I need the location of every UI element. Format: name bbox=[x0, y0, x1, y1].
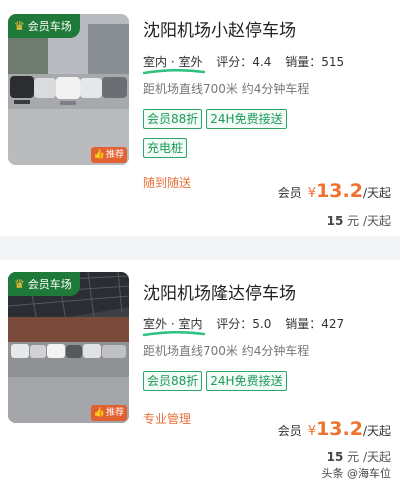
original-price-unit: 元 /天起 bbox=[347, 450, 391, 464]
price-unit: /天起 bbox=[362, 186, 391, 200]
underline-swoosh-icon bbox=[143, 69, 205, 75]
member-price: 会员 ¥13.2/天起 bbox=[278, 418, 391, 440]
location-type: 室外 · 室内 bbox=[143, 315, 205, 337]
service-note: 随到随送 bbox=[143, 176, 192, 190]
original-price-value: 15 bbox=[326, 450, 344, 464]
rating-value: 5.0 bbox=[252, 317, 272, 331]
member-parking-badge: ♛ 会员车场 bbox=[8, 272, 80, 296]
tag-member-discount: 会员88折 bbox=[143, 371, 203, 391]
member-price-label: 会员 bbox=[277, 186, 302, 200]
location-type-label: 室外 · 室内 bbox=[143, 317, 203, 331]
original-price-value: 15 bbox=[326, 214, 344, 228]
original-price-unit: 元 /天起 bbox=[347, 214, 391, 228]
parking-listing-card[interactable]: ♛ 会员车场 👍推荐 沈阳机场小赵停车场 室内 · 室外 评分：4.4 销量：51… bbox=[0, 0, 400, 236]
original-price: 15 元 /天起 bbox=[327, 212, 391, 229]
recommend-badge: 👍推荐 bbox=[90, 405, 127, 421]
underline-swoosh-icon bbox=[143, 331, 205, 337]
currency-symbol: ¥ bbox=[307, 424, 317, 439]
price-value: 13.2 bbox=[316, 180, 363, 202]
member-price-label: 会员 bbox=[277, 424, 302, 438]
tag-free-shuttle: 24H免费接送 bbox=[206, 109, 287, 129]
location-type: 室内 · 室外 bbox=[143, 53, 205, 75]
tag-charging-pile: 充电桩 bbox=[143, 138, 188, 158]
location-type-label: 室内 · 室外 bbox=[143, 55, 203, 69]
tag-free-shuttle: 24H免费接送 bbox=[206, 371, 287, 391]
parking-meta-row: 室内 · 室外 评分：4.4 销量：515 bbox=[143, 53, 345, 75]
sales-label: 销量： bbox=[285, 317, 322, 331]
parking-listing-card[interactable]: ♛ 会员车场 👍推荐 沈阳机场隆达停车场 室外 · 室内 评分：5.0 销量：42… bbox=[0, 260, 400, 485]
price-value: 13.2 bbox=[316, 418, 363, 440]
currency-symbol: ¥ bbox=[307, 186, 317, 201]
thumbs-up-icon: 👍 bbox=[93, 408, 105, 418]
crown-icon: ♛ bbox=[14, 19, 25, 33]
parking-lot-photo[interactable]: ♛ 会员车场 👍推荐 bbox=[8, 14, 129, 165]
parking-lot-name[interactable]: 沈阳机场隆达停车场 bbox=[143, 279, 296, 304]
parking-lot-name[interactable]: 沈阳机场小赵停车场 bbox=[143, 16, 296, 41]
watermark-text: 头条 @海车位 bbox=[321, 467, 392, 480]
price-unit: /天起 bbox=[362, 424, 391, 438]
member-parking-badge: ♛ 会员车场 bbox=[8, 14, 80, 38]
rating-value: 4.4 bbox=[252, 55, 272, 69]
sales-value: 427 bbox=[321, 317, 345, 331]
member-badge-label: 会员车场 bbox=[27, 20, 72, 33]
recommend-badge-label: 推荐 bbox=[105, 150, 124, 160]
source-watermark: 头条 @海车位 bbox=[322, 465, 392, 481]
original-price: 15 元 /天起 bbox=[327, 448, 391, 465]
distance-info: 距机场直线700米 约4分钟车程 bbox=[143, 344, 310, 358]
thumbs-up-icon: 👍 bbox=[93, 150, 105, 160]
member-price: 会员 ¥13.2/天起 bbox=[278, 180, 391, 202]
tag-member-discount: 会员88折 bbox=[143, 109, 203, 129]
crown-icon: ♛ bbox=[14, 277, 25, 291]
sales-label: 销量： bbox=[285, 55, 322, 69]
service-note: 专业管理 bbox=[143, 412, 192, 426]
recommend-badge: 👍推荐 bbox=[90, 147, 127, 163]
sales-value: 515 bbox=[321, 55, 345, 69]
service-tags: 会员88折 24H免费接送 充电桩 bbox=[143, 109, 291, 158]
parking-meta-row: 室外 · 室内 评分：5.0 销量：427 bbox=[143, 315, 345, 337]
service-tags: 会员88折 24H免费接送 bbox=[143, 371, 291, 391]
card-divider bbox=[0, 236, 400, 260]
distance-info: 距机场直线700米 约4分钟车程 bbox=[143, 82, 310, 96]
rating-label: 评分： bbox=[216, 55, 253, 69]
parking-lot-photo[interactable]: ♛ 会员车场 👍推荐 bbox=[8, 272, 129, 423]
member-badge-label: 会员车场 bbox=[27, 278, 72, 291]
rating-label: 评分： bbox=[216, 317, 253, 331]
recommend-badge-label: 推荐 bbox=[105, 408, 124, 418]
